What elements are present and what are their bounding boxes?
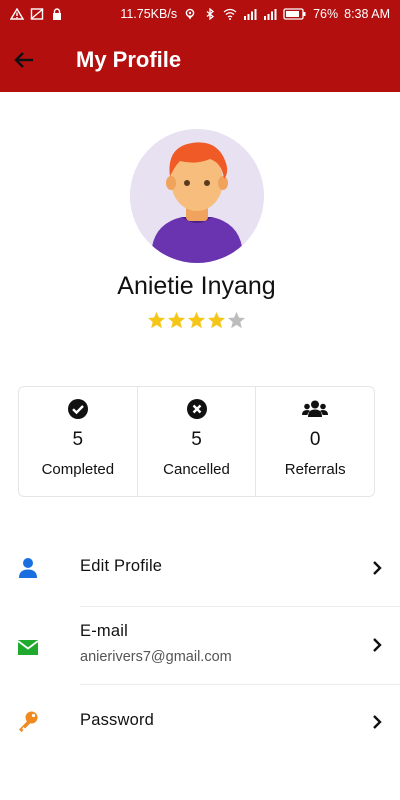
divider — [80, 684, 400, 685]
star-filled-icon — [147, 311, 166, 329]
network-speed: 11.75KB/s — [120, 7, 178, 21]
chevron-right-icon — [373, 715, 382, 729]
stat-label: Cancelled — [163, 461, 230, 478]
menu-item-text: Edit Profile — [80, 557, 162, 576]
status-bar-left-icons — [10, 8, 120, 20]
back-button[interactable] — [0, 28, 52, 92]
stat-cancelled: 5 Cancelled — [136, 387, 256, 496]
battery-icon — [283, 8, 306, 20]
app-bar: My Profile — [0, 28, 400, 92]
battery-percent: 76% — [313, 7, 339, 21]
stat-label: Referrals — [284, 461, 346, 478]
chevron-right-icon — [373, 561, 382, 575]
envelope-icon — [17, 640, 39, 655]
stat-label: Completed — [41, 461, 115, 478]
rating-stars — [0, 311, 393, 330]
no-image-icon — [30, 8, 44, 20]
menu-item-email[interactable]: E-mail anierivers7@gmail.com — [0, 618, 400, 674]
warning-icon — [10, 8, 24, 20]
key-icon — [19, 711, 38, 732]
menu-item-text: E-mail anierivers7@gmail.com — [80, 622, 232, 665]
stat-value: 5 — [191, 429, 202, 450]
stat-value: 5 — [72, 429, 84, 450]
bluetooth-icon — [206, 8, 215, 20]
status-bar-right: 11.75KB/s 76% 8:38 AM — [120, 7, 390, 21]
status-bar: 11.75KB/s 76% 8:38 AM — [0, 0, 400, 28]
menu-item-password[interactable]: Password — [0, 699, 400, 745]
arrow-left-icon — [14, 52, 33, 68]
star-filled-icon — [207, 311, 226, 329]
menu-item-text: Password — [80, 711, 154, 730]
signal-icon-2 — [264, 9, 277, 20]
star-filled-icon — [187, 311, 206, 329]
stats-card: 5 Completed 5 Cancelled 0 Referrals — [18, 386, 375, 497]
stat-value: 0 — [309, 429, 321, 450]
x-circle-icon — [186, 399, 207, 419]
wifi-icon — [223, 8, 237, 20]
menu-item-label: Edit Profile — [80, 557, 163, 575]
email-value: anierivers7@gmail.com — [80, 649, 232, 665]
star-filled-icon — [167, 311, 186, 329]
profile-name: Anietie Inyang — [117, 272, 276, 300]
avatar — [130, 129, 264, 263]
chevron-right-icon — [373, 638, 382, 652]
clock: 8:38 AM — [344, 7, 390, 21]
divider — [80, 606, 400, 607]
users-icon — [302, 400, 329, 417]
user-icon — [19, 558, 37, 578]
page-title: My Profile — [76, 47, 182, 72]
menu-item-label: Password — [80, 711, 155, 729]
menu-item-label: E-mail — [80, 622, 128, 640]
star-empty-icon — [227, 311, 246, 329]
signal-icon-1 — [244, 9, 257, 20]
menu-item-edit-profile[interactable]: Edit Profile — [0, 545, 400, 591]
stat-referrals: 0 Referrals — [255, 387, 374, 496]
check-circle-icon — [67, 399, 88, 419]
avatar-illustration — [130, 129, 264, 263]
location-icon — [185, 8, 195, 20]
lock-icon — [53, 8, 61, 20]
stat-completed: 5 Completed — [19, 387, 137, 496]
